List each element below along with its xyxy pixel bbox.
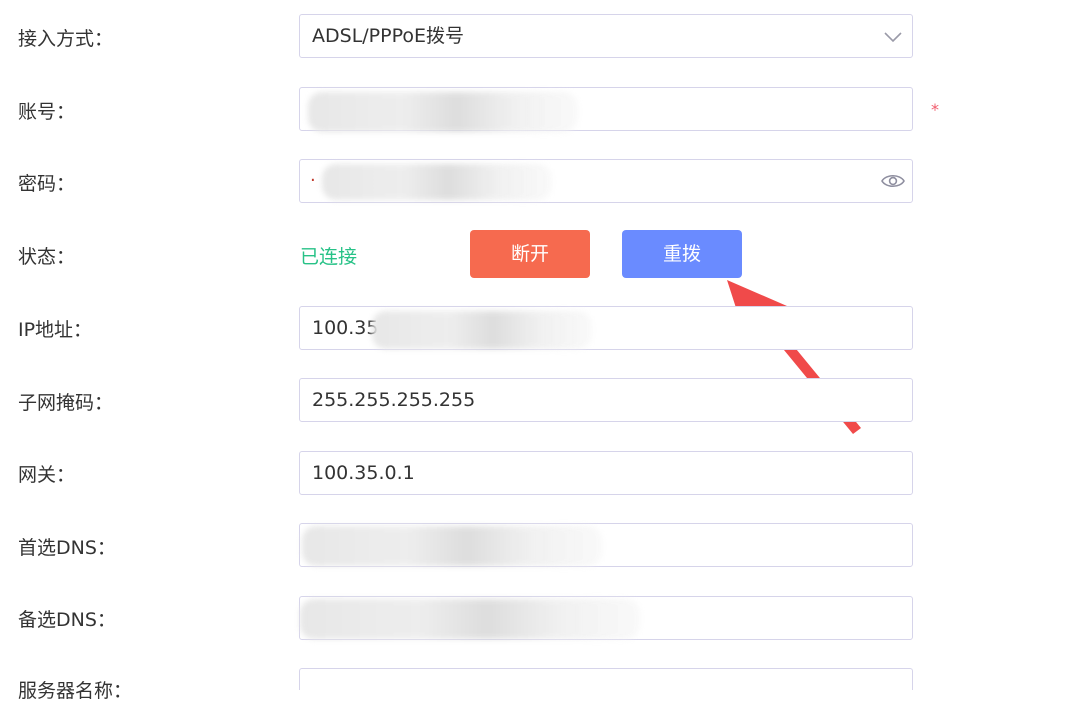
chevron-down-icon [884, 32, 902, 43]
access-method-select[interactable]: ADSL/PPPoE拨号 [299, 14, 913, 58]
subnet-label: 子网掩码： [18, 392, 114, 414]
required-mark: * [931, 100, 939, 119]
gateway-value: 100.35.0.1 [312, 462, 415, 484]
subnet-input[interactable]: 255.255.255.255 [299, 378, 913, 422]
primary-dns-input[interactable] [299, 523, 913, 567]
password-input[interactable]: · [299, 159, 913, 203]
password-label: 密码： [18, 173, 76, 195]
disconnect-button[interactable]: 断开 [470, 230, 590, 278]
access-method-value: ADSL/PPPoE拨号 [312, 25, 465, 47]
account-input[interactable] [299, 87, 913, 132]
account-label: 账号： [18, 101, 76, 123]
ip-value: 100.35 [312, 317, 379, 339]
secondary-dns-input[interactable] [299, 596, 913, 640]
status-value: 已连接 [300, 246, 358, 268]
primary-dns-redacted-value [302, 526, 602, 566]
secondary-dns-label: 备选DNS： [18, 609, 116, 631]
server-name-label: 服务器名称： [18, 680, 133, 702]
ip-label: IP地址： [18, 319, 93, 341]
subnet-value: 255.255.255.255 [312, 389, 476, 411]
primary-dns-label: 首选DNS： [18, 537, 116, 559]
gateway-label: 网关： [18, 464, 76, 486]
eye-icon[interactable] [880, 170, 906, 192]
server-name-input[interactable] [299, 668, 913, 690]
account-redacted-value [308, 92, 578, 132]
status-label: 状态： [18, 246, 76, 268]
gateway-input[interactable]: 100.35.0.1 [299, 451, 913, 495]
password-redacted-value [322, 164, 552, 200]
password-visible-char: · [310, 170, 316, 191]
secondary-dns-redacted-value [300, 599, 640, 639]
ip-redacted-value [372, 311, 592, 349]
ip-input[interactable]: 100.35 [299, 306, 913, 350]
access-method-label: 接入方式： [18, 28, 114, 50]
